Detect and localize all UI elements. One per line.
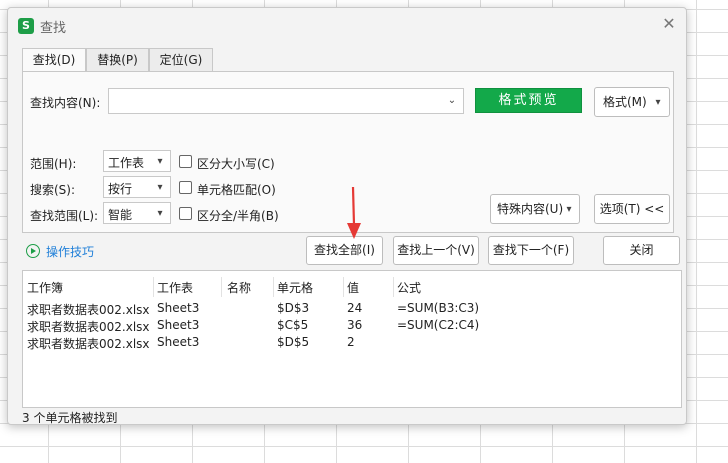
match-case-checkbox[interactable]	[179, 155, 192, 168]
match-cell-label: 单元格匹配(O)	[197, 183, 276, 197]
column-header-formula[interactable]: 公式	[397, 279, 421, 299]
find-next-button[interactable]: 查找下一个(F)	[488, 236, 574, 265]
tab-replace[interactable]: 替换(P)	[86, 48, 149, 73]
scope-select[interactable]: 工作表 ▾	[103, 150, 171, 172]
result-cell: $D$5	[277, 335, 310, 349]
format-preview-button[interactable]: 格式预览	[475, 88, 582, 113]
result-cell: $C$5	[277, 318, 309, 332]
result-sheet: Sheet3	[157, 301, 200, 315]
scope-label: 范围(H):	[30, 157, 77, 171]
match-width-checkbox[interactable]	[179, 207, 192, 220]
lookin-label: 查找范围(L):	[30, 209, 99, 223]
column-header-sheet[interactable]: 工作表	[157, 279, 193, 299]
column-divider	[153, 277, 154, 297]
result-value: 2	[347, 335, 355, 349]
result-workbook: 求职者数据表002.xlsx	[27, 303, 150, 317]
scope-value: 工作表	[108, 156, 145, 170]
title-bar: S 查找 ✕	[8, 8, 686, 42]
lookin-select[interactable]: 智能 ▾	[103, 202, 171, 224]
caret-down-icon: ▾	[157, 208, 163, 219]
column-header-cell[interactable]: 单元格	[277, 279, 313, 299]
caret-down-icon: ▾	[157, 182, 163, 193]
column-divider	[273, 277, 274, 297]
result-formula: =SUM(C2:C4)	[397, 318, 480, 332]
search-value: 按行	[108, 182, 133, 196]
options-toggle-button[interactable]: 选项(T) <<	[594, 194, 670, 224]
tab-goto[interactable]: 定位(G)	[149, 48, 213, 73]
operation-tips-link[interactable]: 操作技巧	[46, 243, 94, 260]
results-list[interactable]: 工作簿 工作表 名称 单元格 值 公式 求职者数据表002.xlsx Sheet…	[22, 270, 682, 408]
close-button[interactable]: 关闭	[603, 236, 680, 265]
result-cell: $D$3	[277, 301, 310, 315]
column-divider	[393, 277, 394, 297]
caret-down-icon: ▾	[566, 204, 572, 215]
chevron-down-icon[interactable]: ⌄	[447, 96, 457, 106]
result-formula: =SUM(B3:C3)	[397, 301, 480, 315]
search-select[interactable]: 按行 ▾	[103, 176, 171, 198]
status-text: 3 个单元格被找到	[22, 411, 118, 425]
result-sheet: Sheet3	[157, 335, 200, 349]
find-content-label: 查找内容(N):	[30, 96, 101, 110]
close-icon[interactable]: ✕	[660, 15, 678, 33]
find-previous-button[interactable]: 查找上一个(V)	[393, 236, 479, 265]
match-width-label: 区分全/半角(B)	[197, 209, 279, 223]
result-sheet: Sheet3	[157, 318, 200, 332]
match-cell-checkbox[interactable]	[179, 181, 192, 194]
match-case-label: 区分大小写(C)	[197, 157, 275, 171]
result-workbook: 求职者数据表002.xlsx	[27, 320, 150, 334]
format-button-label: 格式(M)	[603, 95, 647, 109]
special-content-label: 特殊内容(U)	[497, 202, 564, 216]
app-icon: S	[18, 18, 34, 34]
red-arrow-annotation	[347, 186, 361, 239]
result-workbook: 求职者数据表002.xlsx	[27, 337, 150, 351]
special-content-button[interactable]: 特殊内容(U) ▾	[490, 194, 580, 224]
result-value: 24	[347, 301, 363, 315]
result-value: 36	[347, 318, 363, 332]
format-button[interactable]: 格式(M) ▾	[594, 87, 670, 117]
dialog-title: 查找	[40, 21, 67, 36]
column-divider	[221, 277, 222, 297]
caret-down-icon: ▾	[157, 156, 163, 167]
column-header-name[interactable]: 名称	[227, 279, 251, 299]
column-divider	[343, 277, 344, 297]
lookin-value: 智能	[108, 208, 133, 222]
find-content-input[interactable]: ⌄	[108, 88, 464, 114]
column-header-workbook[interactable]: 工作簿	[27, 279, 63, 299]
search-label: 搜索(S):	[30, 183, 76, 197]
column-header-value[interactable]: 值	[347, 279, 359, 299]
caret-down-icon: ▾	[655, 97, 661, 108]
play-icon[interactable]	[26, 244, 40, 258]
